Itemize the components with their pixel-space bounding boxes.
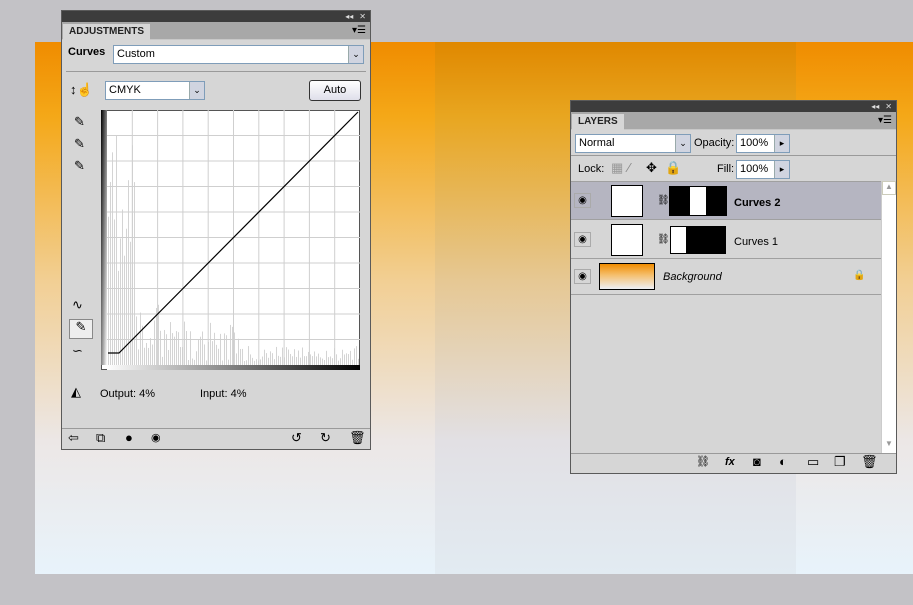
adjustment-layer-icon[interactable]: ◐ <box>779 455 787 469</box>
collapse-icon[interactable]: ◂◂ <box>871 102 879 111</box>
close-icon[interactable]: ✕ <box>885 102 892 111</box>
visibility-eye-icon[interactable]: ◉ <box>574 193 591 208</box>
curve-edit-points-icon[interactable]: ∿ <box>72 298 83 312</box>
lock-all-icon[interactable]: 🔒 <box>665 161 681 175</box>
add-mask-icon[interactable]: ◙ <box>753 455 761 469</box>
view-previous-icon[interactable]: ↺ <box>291 431 302 445</box>
visibility-eye-icon[interactable]: ◉ <box>574 232 591 247</box>
panel-menu-icon[interactable]: ▾☰ <box>878 115 892 126</box>
preset-select[interactable]: Custom ⌄ <box>113 45 364 64</box>
scroll-up-icon: ▲ <box>882 181 896 195</box>
layer-row-curves-2[interactable]: ◉ ⛓ Curves 2 <box>571 182 881 220</box>
back-arrow-icon[interactable]: ⇦ <box>68 431 79 445</box>
link-icon[interactable]: ⛓ <box>657 194 670 208</box>
link-icon[interactable]: ⛓ <box>657 233 670 247</box>
lock-image-icon[interactable]: ⁄ <box>628 161 630 175</box>
lock-position-icon[interactable]: ✥ <box>646 161 657 175</box>
layer-thumbnail <box>599 263 655 290</box>
adjustments-panel: ◂◂ ✕ ADJUSTMENTS ▾☰ Curves Custom ⌄ ↕☝ CMYK… <box>61 10 371 450</box>
tab-adjustments[interactable]: ADJUSTMENTS <box>63 24 151 40</box>
lock-icon: 🔒 <box>853 270 866 281</box>
channel-select[interactable]: CMYK ⌄ <box>105 81 205 100</box>
new-layer-icon[interactable]: ❐ <box>834 455 846 469</box>
scrollbar[interactable]: ▲ ▼ <box>881 181 896 453</box>
input-readout: Input: 4% <box>200 388 247 400</box>
output-readout: Output: 4% <box>100 388 156 400</box>
layer-row-background[interactable]: ◉ Background 🔒 <box>571 260 881 295</box>
chevron-down-icon: ⌄ <box>189 82 204 99</box>
tab-layers[interactable]: LAYERS <box>572 114 624 130</box>
layer-mask-thumbnail[interactable] <box>669 186 727 216</box>
clipping-warning-icon[interactable]: ◭ <box>71 385 81 399</box>
lock-transparency-icon[interactable]: ▦ <box>611 161 623 175</box>
close-icon[interactable]: ✕ <box>359 12 366 21</box>
scroll-down-icon: ▼ <box>885 439 893 448</box>
opacity-input[interactable]: 100% ▸ <box>736 134 790 153</box>
reset-icon[interactable]: ↻ <box>320 431 331 445</box>
new-group-icon[interactable]: ▭ <box>807 455 819 469</box>
fx-icon[interactable]: fx <box>725 455 735 469</box>
opacity-label: Opacity: <box>694 137 735 149</box>
fill-input[interactable]: 100% ▸ <box>736 160 790 179</box>
black-point-eyedropper-icon[interactable]: ✎ <box>74 115 85 129</box>
smooth-curve-icon[interactable]: ∽ <box>72 344 83 358</box>
visibility-eye-icon[interactable]: ◉ <box>574 269 591 284</box>
chevron-down-icon: ⌄ <box>348 46 363 63</box>
white-point-eyedropper-icon[interactable]: ✎ <box>74 159 85 173</box>
targeted-adjustment-hand-icon[interactable]: ↕☝ <box>70 83 93 97</box>
pencil-icon[interactable]: ✎ <box>69 319 93 339</box>
visibility-eye-icon[interactable]: ◉ <box>151 431 161 445</box>
layer-name[interactable]: Curves 1 <box>734 236 778 248</box>
layers-panel: ◂◂ ✕ LAYERS ▾☰ Normal ⌄ Opacity: 100% ▸ Lock… <box>570 100 897 474</box>
mask-icon[interactable]: ● <box>125 431 133 445</box>
link-layers-icon[interactable]: ⛓ <box>696 455 710 469</box>
auto-button[interactable]: Auto <box>309 80 361 101</box>
curves-adjustment-thumbnail <box>611 185 643 217</box>
chevron-down-icon: ⌄ <box>675 135 690 152</box>
curves-adjustment-thumbnail <box>611 224 643 256</box>
trash-icon[interactable]: 🗑 <box>861 455 878 469</box>
curves-graph[interactable] <box>101 110 361 371</box>
trash-icon[interactable]: 🗑 <box>349 431 366 445</box>
gray-point-eyedropper-icon[interactable]: ✎ <box>74 137 85 151</box>
clip-to-layer-icon[interactable]: ⧉ <box>96 431 105 445</box>
preset-label: Curves <box>68 46 106 58</box>
lock-label: Lock: <box>578 163 605 175</box>
arrow-right-icon: ▸ <box>774 135 789 152</box>
arrow-right-icon: ▸ <box>774 161 789 178</box>
layer-mask-thumbnail[interactable] <box>670 226 726 254</box>
panel-menu-icon[interactable]: ▾☰ <box>352 25 366 36</box>
layer-name[interactable]: Curves 2 <box>734 197 780 209</box>
layers-list: ◉ ⛓ Curves 2 ◉ ⛓ Curves 1 ◉ Background 🔒 <box>571 181 881 453</box>
layer-row-curves-1[interactable]: ◉ ⛓ Curves 1 <box>571 221 881 259</box>
collapse-icon[interactable]: ◂◂ <box>345 12 353 21</box>
layer-name[interactable]: Background <box>663 271 722 283</box>
blend-mode-select[interactable]: Normal ⌄ <box>575 134 691 153</box>
fill-label: Fill: <box>717 163 735 175</box>
